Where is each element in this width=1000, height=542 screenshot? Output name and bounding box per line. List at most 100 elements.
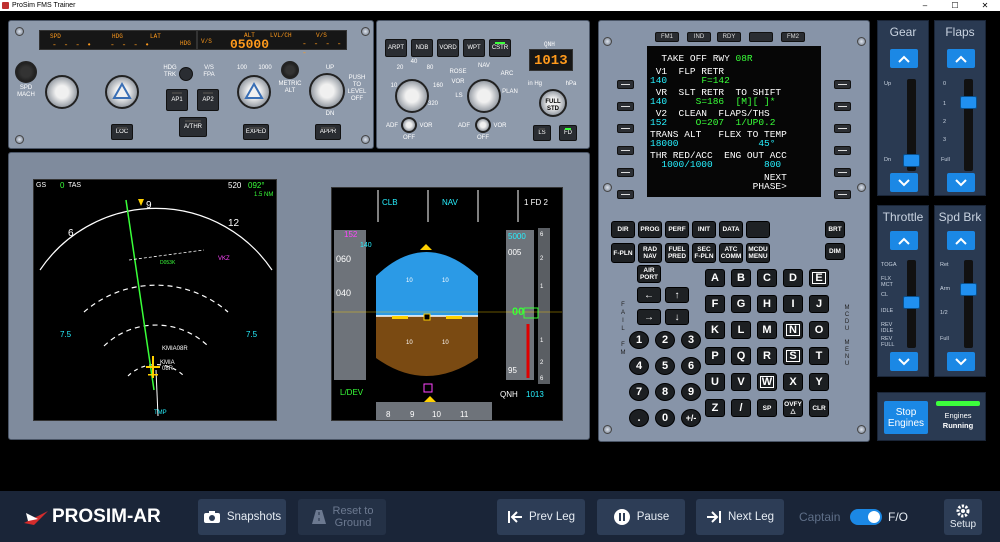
- adf-vor-switch-2[interactable]: [475, 117, 491, 133]
- mcdu-key-num[interactable]: 9: [681, 383, 701, 401]
- line-select-key-right-2[interactable]: [834, 102, 851, 111]
- appr-button[interactable]: APPR: [315, 124, 341, 140]
- mcdu-key-prog[interactable]: PROG: [638, 221, 662, 238]
- speedbrake-up-button[interactable]: [947, 231, 975, 250]
- fd-button[interactable]: FD: [559, 125, 577, 141]
- mcdu-key-fuel-pred[interactable]: FUEL PRED: [665, 243, 689, 263]
- line-select-key-right-6[interactable]: [834, 190, 851, 199]
- mcdu-key-o[interactable]: O: [809, 321, 829, 339]
- throttle-lever[interactable]: [903, 296, 920, 309]
- mcdu-key-n[interactable]: N: [783, 321, 803, 339]
- loc-button[interactable]: LOC: [111, 124, 133, 140]
- mcdu-key-rad-nav[interactable]: RAD NAV: [638, 243, 662, 263]
- mcdu-key-l[interactable]: L: [731, 321, 751, 339]
- mcdu-key-y[interactable]: Y: [809, 373, 829, 391]
- mcdu-key-f[interactable]: F: [705, 295, 725, 313]
- mcdu-key-brt[interactable]: BRT: [825, 221, 845, 238]
- heading-knob[interactable]: [105, 75, 139, 109]
- mcdu-key-h[interactable]: H: [757, 295, 777, 313]
- mcdu-key-ovfy[interactable]: OVFY △: [783, 399, 803, 417]
- line-select-key-left-2[interactable]: [617, 102, 634, 111]
- line-select-key-right-4[interactable]: [834, 146, 851, 155]
- next-leg-button[interactable]: Next Leg: [696, 499, 784, 535]
- nd-mode-knob[interactable]: [467, 79, 501, 113]
- mcdu-key-j[interactable]: J: [809, 295, 829, 313]
- mcdu-key-dir[interactable]: DIR: [611, 221, 635, 238]
- mcdu-key-num[interactable]: 0: [655, 409, 675, 427]
- mcdu-key-m[interactable]: M: [757, 321, 777, 339]
- mcdu-key-d[interactable]: D: [783, 269, 803, 287]
- slew-arrow-icon[interactable]: →: [637, 309, 661, 325]
- mcdu-key-p[interactable]: P: [705, 347, 725, 365]
- mcdu-key-airport[interactable]: AIR PORT: [637, 265, 661, 283]
- mcdu-key-perf[interactable]: PERF: [665, 221, 689, 238]
- flaps-lever[interactable]: [960, 96, 977, 110]
- mcdu-key-r[interactable]: R: [757, 347, 777, 365]
- flaps-up-button[interactable]: [947, 49, 975, 68]
- mcdu-key-num[interactable]: 7: [629, 383, 649, 401]
- mcdu-key-slash[interactable]: /: [731, 399, 751, 417]
- mcdu-key-num[interactable]: 6: [681, 357, 701, 375]
- ap2-button[interactable]: AP2: [197, 89, 219, 111]
- mcdu-key-num[interactable]: 8: [655, 383, 675, 401]
- maximize-button[interactable]: ☐: [940, 0, 970, 11]
- mcdu-key-q[interactable]: Q: [731, 347, 751, 365]
- mcdu-key-sec-f-pln[interactable]: SEC F-PLN: [692, 243, 716, 263]
- mcdu-key-c[interactable]: C: [757, 269, 777, 287]
- stop-engines-button[interactable]: Stop Engines: [884, 401, 928, 434]
- mcdu-key-e[interactable]: E: [809, 269, 829, 287]
- ap1-button[interactable]: AP1: [166, 89, 188, 111]
- throttle-up-button[interactable]: [890, 231, 918, 250]
- mcdu-key-k[interactable]: K: [705, 321, 725, 339]
- gear-up-button[interactable]: [890, 49, 918, 68]
- mcdu-key-sp[interactable]: SP: [757, 399, 777, 417]
- mcdu-key-num[interactable]: 4: [629, 357, 649, 375]
- line-select-key-right-1[interactable]: [834, 80, 851, 89]
- metric-alt-button[interactable]: [281, 61, 299, 79]
- mcdu-key-b[interactable]: B: [731, 269, 751, 287]
- vs-knob[interactable]: [309, 73, 345, 109]
- mcdu-key-x[interactable]: X: [783, 373, 803, 391]
- cstr-button[interactable]: CSTR: [489, 39, 511, 57]
- mcdu-key-s[interactable]: S: [783, 347, 803, 365]
- line-select-key-right-5[interactable]: [834, 168, 851, 177]
- mcdu-key-num[interactable]: 5: [655, 357, 675, 375]
- mcdu-key-g[interactable]: G: [731, 295, 751, 313]
- mcdu-key-dim[interactable]: DIM: [825, 243, 845, 260]
- hdg-trk-toggle[interactable]: [179, 67, 193, 81]
- mcdu-key-atc-comm[interactable]: ATC COMM: [719, 243, 743, 263]
- slew-arrow-icon[interactable]: ←: [637, 287, 661, 303]
- athr-button[interactable]: A/THR: [179, 117, 207, 137]
- throttle-down-button[interactable]: [890, 352, 918, 371]
- mcdu-key-z[interactable]: Z: [705, 399, 725, 417]
- reset-to-ground-button[interactable]: Reset to Ground: [298, 499, 386, 535]
- exped-button[interactable]: EXPED: [243, 124, 269, 140]
- line-select-key-left-6[interactable]: [617, 190, 634, 199]
- mcdu-key-blank[interactable]: [746, 221, 770, 238]
- speedbrake-lever[interactable]: [960, 282, 977, 296]
- gear-lever[interactable]: [903, 154, 920, 168]
- mcdu-key-num[interactable]: 1: [629, 331, 649, 349]
- mcdu-key-data[interactable]: DATA: [719, 221, 743, 238]
- snapshots-button[interactable]: Snapshots: [198, 499, 286, 535]
- mcdu-key-num[interactable]: 2: [655, 331, 675, 349]
- line-select-key-right-3[interactable]: [834, 124, 851, 133]
- speedbrake-down-button[interactable]: [947, 352, 975, 371]
- adf-vor-switch-1[interactable]: [401, 117, 417, 133]
- mcdu-key-clr[interactable]: CLR: [809, 399, 829, 417]
- setup-button[interactable]: Setup: [944, 499, 982, 535]
- wpt-button[interactable]: WPT: [463, 39, 485, 57]
- mcdu-key-a[interactable]: A: [705, 269, 725, 287]
- mcdu-key-i[interactable]: I: [783, 295, 803, 313]
- altitude-knob[interactable]: [237, 75, 271, 109]
- arpt-button[interactable]: ARPT: [385, 39, 407, 57]
- mcdu-key-num[interactable]: .: [629, 409, 649, 427]
- mcdu-key-num[interactable]: +/-: [681, 409, 701, 427]
- minimize-button[interactable]: –: [910, 0, 940, 11]
- mcdu-key-num[interactable]: 3: [681, 331, 701, 349]
- pause-button[interactable]: Pause: [597, 499, 685, 535]
- mcdu-key-t[interactable]: T: [809, 347, 829, 365]
- gear-down-button[interactable]: [890, 173, 918, 192]
- flaps-down-button[interactable]: [947, 173, 975, 192]
- line-select-key-left-4[interactable]: [617, 146, 634, 155]
